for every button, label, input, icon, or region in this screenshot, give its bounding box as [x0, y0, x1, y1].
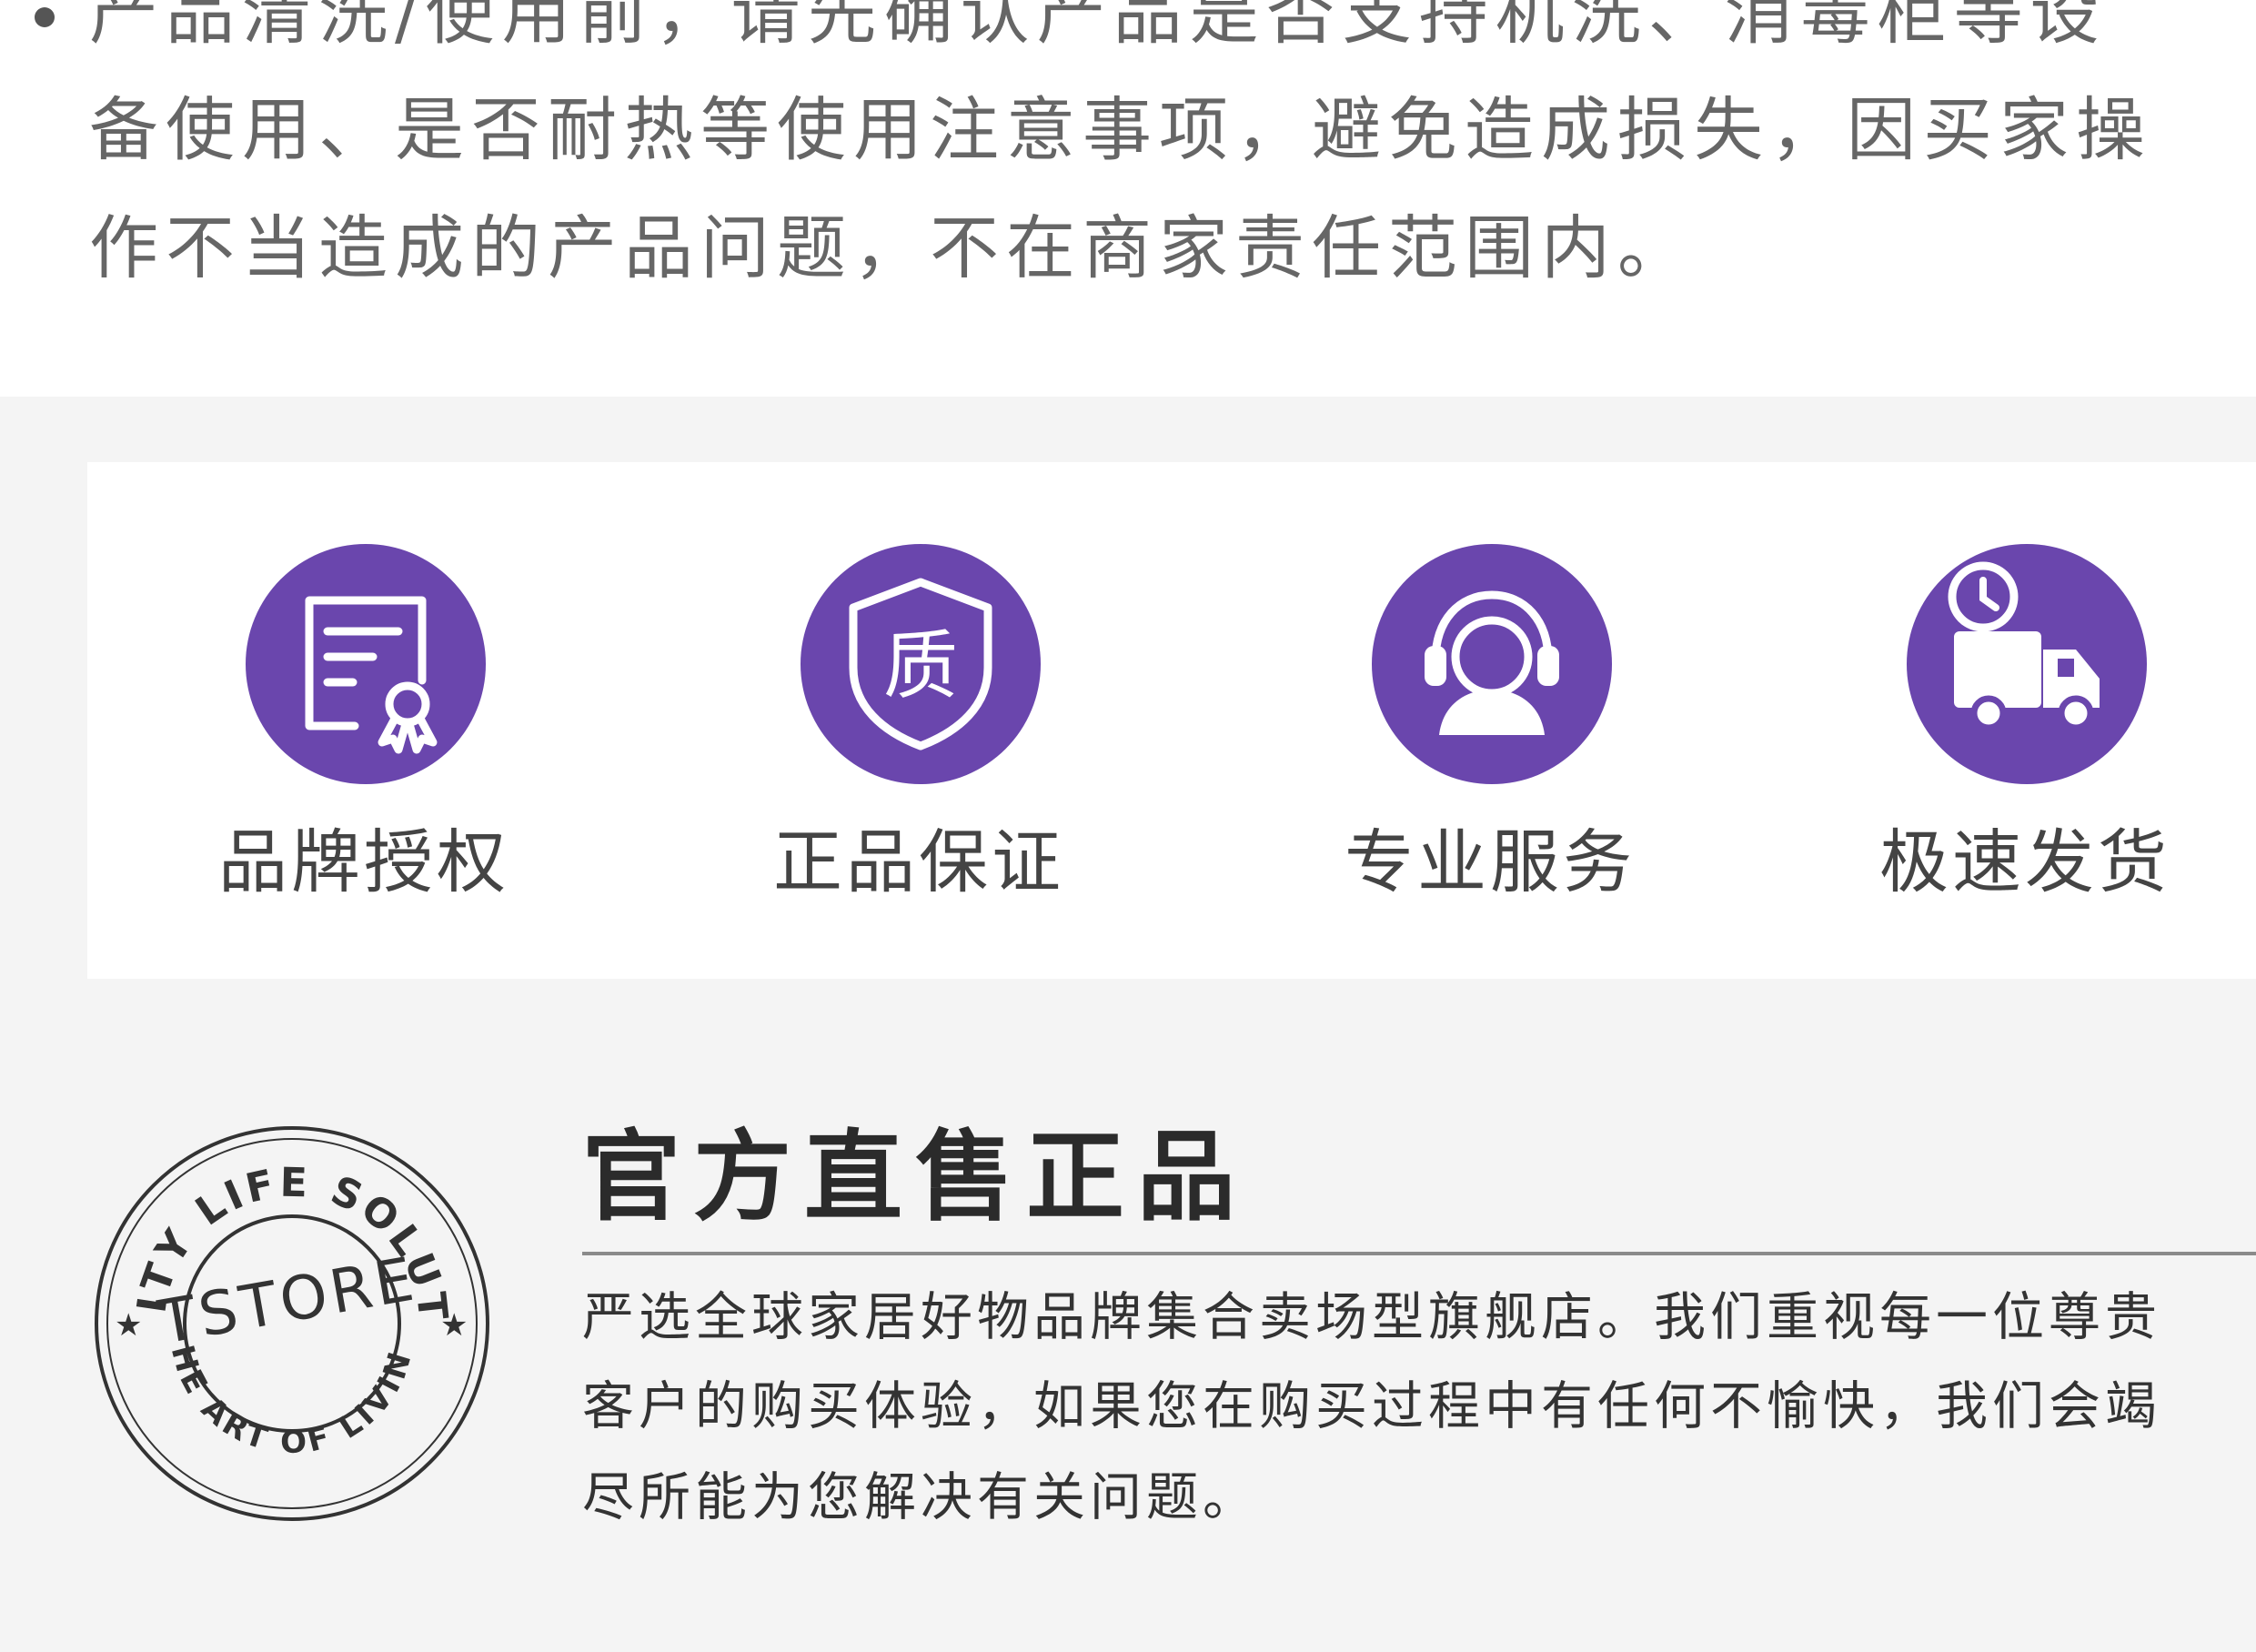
certificate-award-icon	[246, 544, 486, 784]
feature-label: 品牌授权	[218, 821, 509, 902]
feature-fast-delivery: 极速发货	[1834, 544, 2216, 926]
tstore-seal-logo: QUALITY LIFE SOLUTIONS THE ART OF LIVING…	[87, 1119, 497, 1528]
star-icon: ★	[115, 1307, 142, 1344]
official-description-line-3: 尽所能为您解决有关问题。	[582, 1467, 1259, 1527]
seal-center-text: TSTORE	[153, 1244, 422, 1358]
bullet-dot	[35, 7, 55, 27]
feature-genuine-guarantee: 质 正品保证	[728, 544, 1110, 926]
usage-notice: 产品清洗/使用前，请先确认产品是否支持机洗、消毒柜等设 备使用、是否耐热等使用注…	[0, 0, 2256, 397]
customer-service-headset-icon	[1372, 544, 1612, 784]
feature-brand-authorization: 品牌授权	[173, 544, 555, 926]
feature-label: 正品保证	[773, 821, 1064, 902]
delivery-truck-clock-icon	[1907, 544, 2147, 784]
feature-label: 极速发货	[1879, 821, 2170, 902]
official-description-line-2: 客户的购买体验，如果您在购买过程中有任何不愉快，我们会竭	[582, 1376, 2161, 1436]
feature-label: 专业服务	[1345, 821, 1636, 902]
notice-line-3: 作不当造成的产品问题，不在商家责任范围内。	[89, 207, 1694, 288]
quality-shield-icon: 质	[801, 544, 1041, 784]
feature-professional-service: 专业服务	[1299, 544, 1681, 926]
notice-line-1: 产品清洗/使用前，请先确认产品是否支持机洗、消毒柜等设	[89, 0, 2107, 54]
title-divider	[582, 1252, 2256, 1255]
official-store-title: 官方直售正品	[582, 1121, 1249, 1234]
star-icon: ★	[440, 1307, 468, 1344]
notice-line-2: 备使用、是否耐热等使用注意事项，避免造成损失，因买家操	[89, 89, 2152, 170]
official-description-line-1: 严选全球家居好物品牌集合卖场型旗舰店。我们重视每一位尊贵	[582, 1287, 2161, 1347]
shield-character: 质	[883, 623, 958, 710]
